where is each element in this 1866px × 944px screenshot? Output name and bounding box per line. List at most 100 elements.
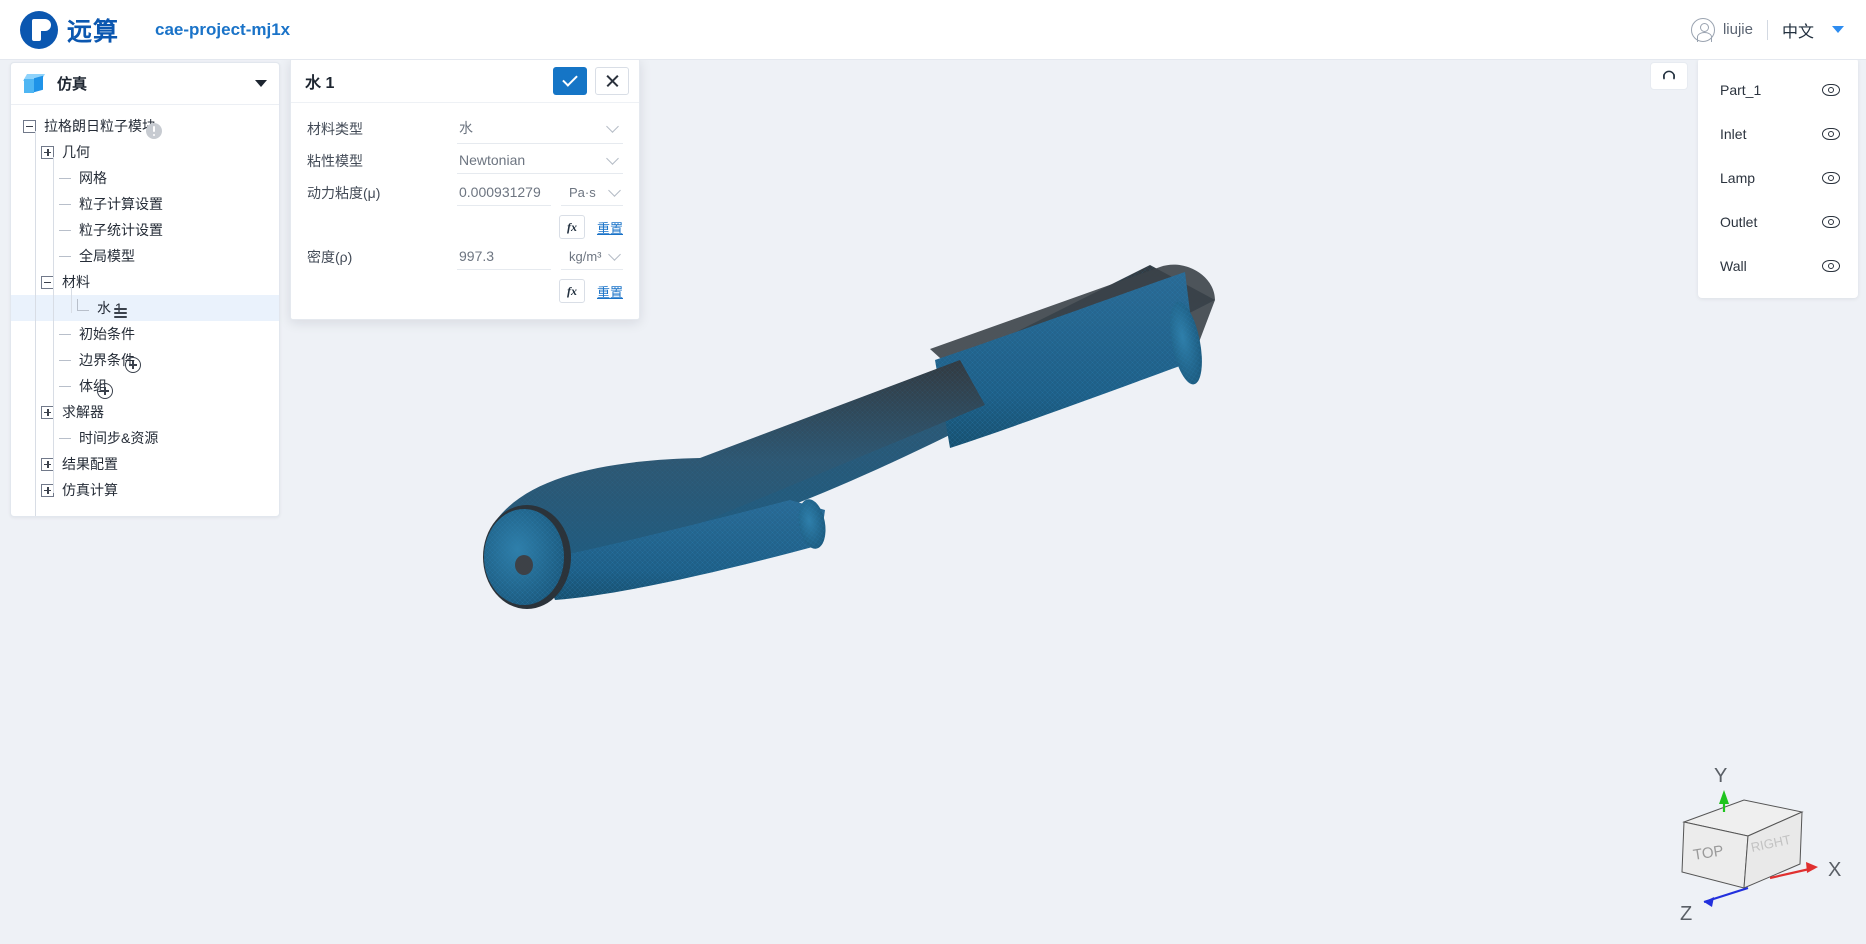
dynamic-viscosity-input[interactable]: 0.000931279 [457, 180, 551, 206]
cancel-button[interactable] [595, 66, 629, 95]
dynamic-viscosity-actions: fx 重置 [291, 209, 639, 241]
chevron-down-icon [606, 119, 619, 133]
tree-item-label: 全局模型 [79, 248, 135, 264]
user-name: liujie [1722, 21, 1753, 38]
tree-item-4[interactable]: 粒子统计设置 [11, 217, 279, 243]
tree-item-5[interactable]: 全局模型 [11, 243, 279, 269]
user-menu[interactable]: liujie [1690, 17, 1753, 42]
axis-orientation-gizmo[interactable]: TOP RIGHT X Y Z [1652, 760, 1852, 930]
tree-item-10[interactable]: 体组 [11, 373, 279, 399]
eye-icon[interactable] [1822, 128, 1840, 140]
reset-view-icon [1663, 70, 1675, 80]
tree-item-label: 拉格朗日粒子模块 [44, 118, 156, 134]
tree-branch-line [59, 177, 71, 179]
eye-icon[interactable] [1822, 172, 1840, 184]
dynamic-viscosity-unit-select[interactable]: Pa·s [561, 181, 623, 206]
density-reset-link[interactable]: 重置 [597, 282, 623, 301]
eye-icon[interactable] [1822, 216, 1840, 228]
field-dynamic-viscosity: 动力粘度(μ) 0.000931279 Pa·s [291, 177, 639, 209]
axis-label-y: Y [1714, 765, 1727, 787]
brand-name: 远算 [67, 17, 120, 46]
chevron-down-icon [608, 183, 621, 197]
tree-item-3[interactable]: 粒子计算设置 [11, 191, 279, 217]
density-input[interactable]: 997.3 [457, 244, 551, 270]
tree-item-8[interactable]: 初始条件 [11, 321, 279, 347]
tree-item-6[interactable]: 材料 [11, 269, 279, 295]
part-name: Outlet [1720, 214, 1758, 230]
plus-icon[interactable] [97, 383, 113, 399]
tree-item-2[interactable]: 网格 [11, 165, 279, 191]
tree-branch-line [59, 255, 71, 257]
reset-view-button[interactable] [1650, 62, 1688, 90]
tree-panel-header[interactable]: 仿真 [11, 63, 279, 105]
viscosity-formula-button[interactable]: fx [558, 215, 585, 239]
part-row[interactable]: Outlet [1698, 200, 1858, 244]
material-dialog-body: 材料类型 水 粘性模型 Newtonian 动力粘度(μ) 0.00093127… [291, 103, 639, 319]
confirm-button[interactable] [553, 66, 587, 95]
density-formula-button[interactable]: fx [558, 279, 585, 303]
tree-item-11[interactable]: 求解器 [11, 399, 279, 425]
tree-item-label: 初始条件 [79, 326, 135, 342]
material-type-value: 水 [459, 120, 473, 136]
field-viscosity-model: 粘性模型 Newtonian [291, 145, 639, 177]
tree-item-14[interactable]: 仿真计算 [11, 477, 279, 503]
project-name[interactable]: cae-project-mj1x [155, 20, 290, 40]
part-row[interactable]: Part_1 [1698, 68, 1858, 112]
tree-branch-line [77, 299, 89, 311]
viscosity-model-label: 粘性模型 [307, 153, 363, 169]
tree-item-label: 结果配置 [62, 456, 118, 472]
material-dialog-title: 水 1 [305, 74, 335, 92]
material-type-label: 材料类型 [307, 121, 363, 137]
cube-icon [22, 73, 46, 95]
density-unit-select[interactable]: kg/m³ [561, 245, 623, 270]
part-name: Wall [1720, 258, 1747, 274]
density-unit: kg/m³ [569, 248, 602, 264]
tree-item-7[interactable]: 水 1 [11, 295, 279, 321]
tree-item-1[interactable]: 几何 [11, 139, 279, 165]
eye-icon[interactable] [1822, 84, 1840, 96]
simulation-tree-panel: 仿真 拉格朗日粒子模块几何网格粒子计算设置 粒子统计设置 全局模型材料水 1 初始条件… [10, 62, 280, 517]
viscosity-model-value: Newtonian [459, 152, 526, 168]
plus-icon[interactable] [125, 357, 141, 373]
part-row[interactable]: Wall [1698, 244, 1858, 288]
tree-item-label: 仿真计算 [62, 482, 118, 498]
tree-item-label: 网格 [79, 170, 107, 186]
material-dialog-header: 水 1 [291, 59, 639, 103]
dynamic-viscosity-label: 动力粘度(μ) [307, 185, 381, 201]
app-root: 远算 cae-project-mj1x liujie 中文 TOP RIGHT … [0, 0, 1866, 944]
tree-item-label: 粒子统计设置 [79, 222, 163, 238]
tree-item-label: 求解器 [62, 404, 104, 420]
app-header: 远算 cae-project-mj1x liujie 中文 [0, 0, 1866, 60]
language-label[interactable]: 中文 [1782, 18, 1814, 42]
dynamic-viscosity-unit: Pa·s [569, 184, 596, 200]
material-type-select[interactable]: 水 [457, 114, 623, 144]
viscosity-reset-link[interactable]: 重置 [597, 218, 623, 237]
tree-item-12[interactable]: 时间步&资源 [11, 425, 279, 451]
tree-branch-line [59, 229, 71, 231]
part-row[interactable]: Inlet [1698, 112, 1858, 156]
logo-icon [20, 10, 58, 49]
tree-branch-line [59, 333, 71, 335]
tree-guide-line [71, 287, 72, 313]
chevron-down-icon[interactable] [255, 80, 267, 87]
material-dialog-actions [553, 66, 629, 95]
viscosity-model-select[interactable]: Newtonian [457, 148, 623, 174]
chevron-down-icon [606, 151, 619, 165]
part-row[interactable]: Lamp [1698, 156, 1858, 200]
tree-item-label: 粒子计算设置 [79, 196, 163, 212]
material-properties-dialog: 水 1 材料类型 水 粘性模型 Newtonian 动力粘度(μ) 0.0009… [290, 58, 640, 320]
chevron-down-icon[interactable] [1832, 26, 1844, 33]
tree-item-label: 时间步&资源 [79, 430, 159, 446]
tree-item-9[interactable]: 边界条件 [11, 347, 279, 373]
user-avatar-icon [1690, 17, 1715, 42]
tree-item-label: 材料 [62, 274, 90, 290]
info-icon[interactable] [146, 123, 162, 139]
tree-item-0[interactable]: 拉格朗日粒子模块 [11, 113, 279, 139]
tree-branch-line [59, 203, 71, 205]
tree-item-13[interactable]: 结果配置 [11, 451, 279, 477]
brand-logo[interactable]: 远算 [20, 10, 120, 49]
menu-icon[interactable] [113, 305, 129, 321]
eye-icon[interactable] [1822, 260, 1840, 272]
tree-branch-line [59, 437, 71, 439]
header-divider [1766, 19, 1768, 40]
